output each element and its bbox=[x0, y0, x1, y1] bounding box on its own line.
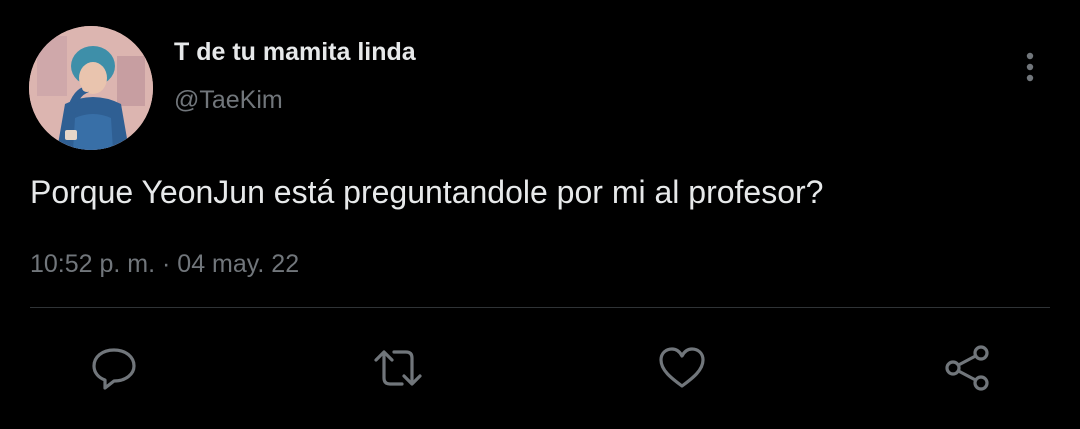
tweet-text: Porque YeonJun está preguntandole por mi… bbox=[30, 174, 824, 210]
divider bbox=[30, 307, 1050, 308]
display-name[interactable]: T de tu mamita linda bbox=[174, 38, 416, 67]
retweet-button[interactable] bbox=[370, 340, 426, 396]
retweet-arrows-icon bbox=[374, 350, 422, 386]
vertical-dots-icon bbox=[1026, 52, 1034, 82]
heart-icon bbox=[659, 347, 705, 388]
speech-bubble-icon bbox=[92, 348, 136, 390]
tweet-card: T de tu mamita linda @TaeKim Porque Yeon… bbox=[0, 0, 1080, 429]
avatar[interactable] bbox=[29, 26, 153, 150]
share-button[interactable] bbox=[939, 340, 995, 396]
user-handle[interactable]: @TaeKim bbox=[174, 86, 283, 115]
avatar-image bbox=[29, 26, 153, 150]
share-nodes-icon bbox=[945, 345, 989, 391]
more-options-button[interactable] bbox=[1014, 49, 1046, 87]
reply-button[interactable] bbox=[86, 340, 142, 396]
like-button[interactable] bbox=[654, 340, 710, 396]
tweet-timestamp[interactable]: 10:52 p. m. · 04 may. 22 bbox=[30, 250, 299, 279]
